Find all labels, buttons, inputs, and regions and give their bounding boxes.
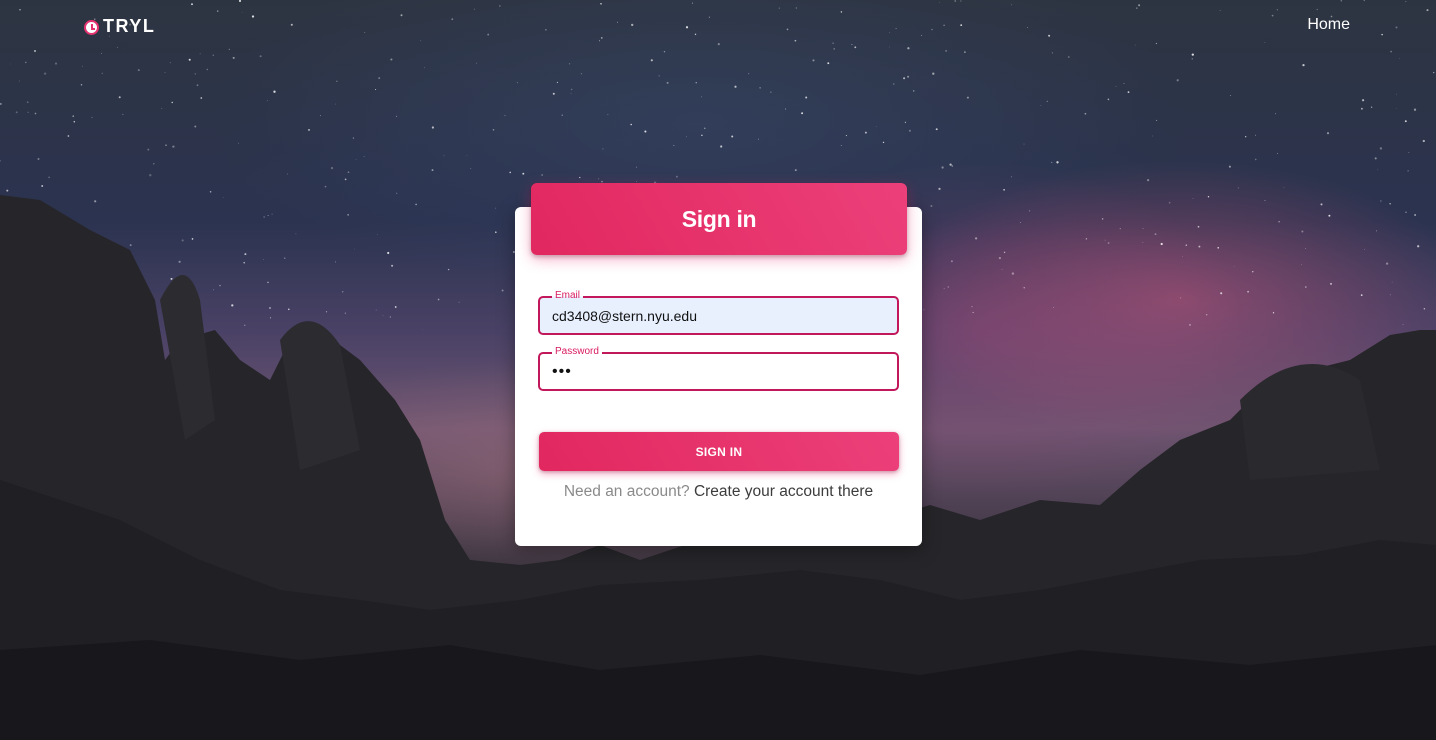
brand-logo[interactable]: TRYL bbox=[84, 15, 155, 37]
clock-icon bbox=[84, 19, 99, 35]
email-field: Email bbox=[538, 290, 899, 335]
top-navbar: TRYL Home bbox=[0, 0, 1436, 54]
password-label: Password bbox=[552, 346, 602, 358]
email-input[interactable] bbox=[540, 298, 897, 333]
brand-name: TRYL bbox=[103, 15, 156, 36]
create-account-link[interactable]: Create your account there bbox=[694, 483, 873, 500]
create-account-row: Need an account? Create your account the… bbox=[515, 483, 922, 501]
password-input[interactable] bbox=[540, 354, 897, 389]
nav-home-link[interactable]: Home bbox=[1307, 16, 1350, 34]
signin-card-header: Sign in bbox=[531, 183, 907, 255]
signin-title: Sign in bbox=[681, 205, 757, 232]
need-account-text: Need an account? bbox=[563, 483, 694, 500]
password-field: Password bbox=[538, 346, 899, 391]
signin-button[interactable]: SIGN IN bbox=[539, 432, 899, 471]
email-label: Email bbox=[552, 290, 584, 302]
